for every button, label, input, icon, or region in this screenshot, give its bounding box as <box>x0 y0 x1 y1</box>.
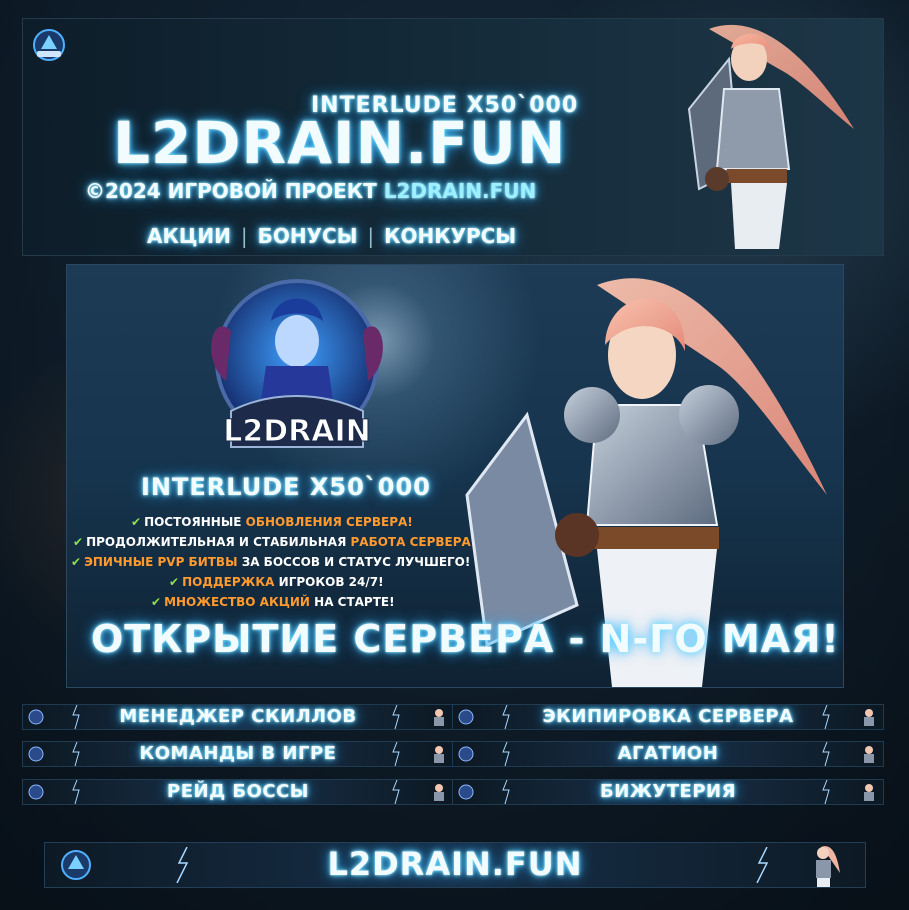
feature-item: ✔ ПРОДОЛЖИТЕЛЬНАЯ И СТАБИЛЬНАЯ РАБОТА СЕР… <box>73 535 477 549</box>
top-banner: INTERLUDE X50`000 L2DRAIN.FUN ©2024 ИГРО… <box>22 18 884 256</box>
menu-label: БИЖУТЕРИЯ <box>600 781 736 802</box>
check-icon: ✔ <box>131 515 142 529</box>
opening-announcement: ОТКРЫТИЕ СЕРВЕРА - N-ГО МАЯ! <box>91 617 840 661</box>
check-icon: ✔ <box>151 595 162 609</box>
menu-button-server-equipment[interactable]: ЭКИПИРОВКА СЕРВЕРА <box>452 704 884 730</box>
check-icon: ✔ <box>71 555 82 569</box>
copyright-site: L2DRAIN.FUN <box>383 179 537 203</box>
top-copyright: ©2024 ИГРОВОЙ ПРОЕКТ L2DRAIN.FUN <box>85 179 536 203</box>
check-icon: ✔ <box>73 535 84 549</box>
bottom-banner[interactable]: L2DRAIN.FUN <box>44 842 866 888</box>
poster-interlude: INTERLUDE X50`000 <box>141 473 431 501</box>
menu-label: МЕНЕДЖЕР СКИЛЛОВ <box>119 706 357 727</box>
link-separator: | <box>367 224 375 248</box>
check-icon: ✔ <box>169 575 180 589</box>
copyright-prefix: ©2024 ИГРОВОЙ ПРОЕКТ <box>85 179 384 203</box>
menu-label: РЕЙД БОССЫ <box>167 781 309 802</box>
link-promotions[interactable]: АКЦИИ <box>147 224 231 248</box>
menu-button-game-commands[interactable]: КОМАНДЫ В ИГРЕ <box>22 741 454 767</box>
feature-item: ✔ ПОДДЕРЖКА ИГРОКОВ 24/7! <box>169 575 384 589</box>
feature-item: ✔ МНОЖЕСТВО АКЦИЙ НА СТАРТЕ! <box>151 595 395 609</box>
knight-girl-illustration <box>687 24 854 249</box>
menu-label: ЭКИПИРОВКА СЕРВЕРА <box>542 706 794 727</box>
menu-button-agathion[interactable]: АГАТИОН <box>452 741 884 767</box>
l2drain-emblem: L2DRAIN <box>211 279 383 450</box>
emblem-logo-text: L2DRAIN <box>223 414 370 449</box>
link-bonuses[interactable]: БОНУСЫ <box>258 224 358 248</box>
top-links: АКЦИИ | БОНУСЫ | КОНКУРСЫ <box>147 224 516 248</box>
menu-button-skill-manager[interactable]: МЕНЕДЖЕР СКИЛЛОВ <box>22 704 454 730</box>
main-poster: L2DRAIN INTERLUDE X50`000 ✔ ПОСТОЯННЫЕ ОБ… <box>66 264 844 688</box>
feature-item: ✔ ПОСТОЯННЫЕ ОБНОВЛЕНИЯ СЕРВЕРА! <box>131 515 413 529</box>
knight-icon <box>816 846 840 887</box>
menu-label: АГАТИОН <box>617 743 719 764</box>
top-title: L2DRAIN.FUN <box>113 109 567 177</box>
link-contests[interactable]: КОНКУРСЫ <box>384 224 516 248</box>
l2drain-logo-icon <box>33 29 65 61</box>
menu-button-jewelry[interactable]: БИЖУТЕРИЯ <box>452 779 884 805</box>
menu-label: КОМАНДЫ В ИГРЕ <box>139 743 337 764</box>
bottom-site-name: L2DRAIN.FUN <box>327 845 583 883</box>
link-separator: | <box>240 224 248 248</box>
menu-button-raid-bosses[interactable]: РЕЙД БОССЫ <box>22 779 454 805</box>
feature-item: ✔ ЭПИЧНЫЕ PVP БИТВЫ ЗА БОССОВ И СТАТУС ЛУ… <box>71 555 471 569</box>
